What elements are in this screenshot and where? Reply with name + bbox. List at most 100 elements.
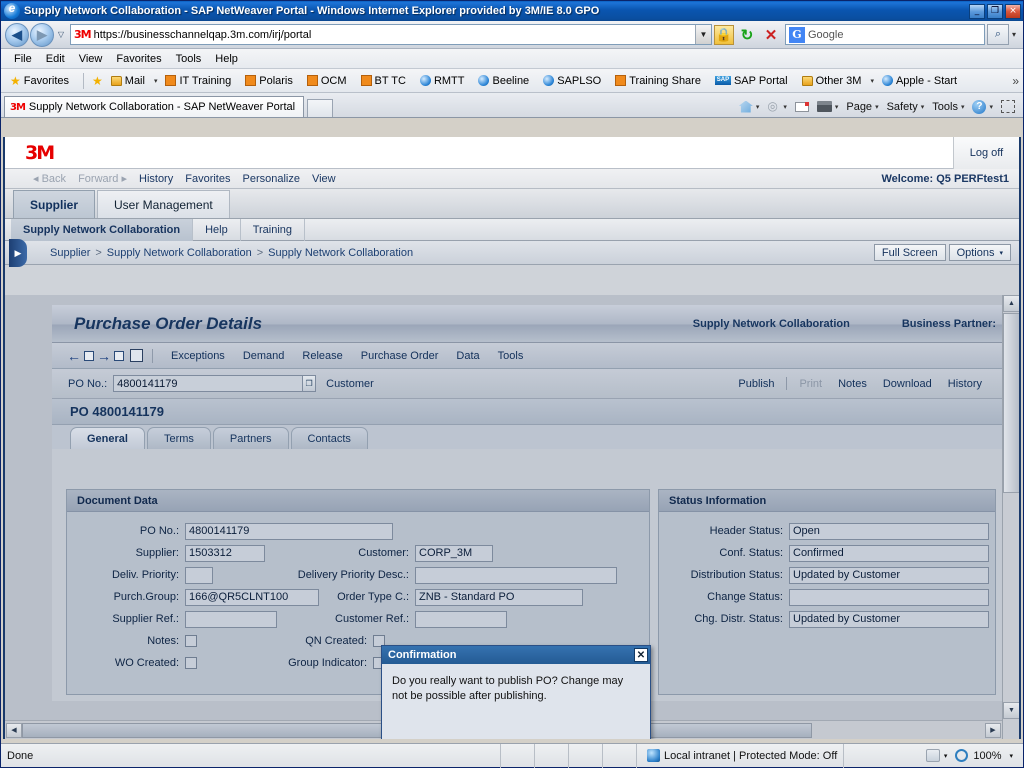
conf-status-field[interactable]: Confirmed — [789, 544, 989, 562]
supplier-ref-field[interactable] — [185, 610, 277, 628]
zoom-icon[interactable] — [955, 749, 969, 762]
scroll-right-button[interactable]: ▶ — [985, 722, 1001, 738]
tab-contacts[interactable]: Contacts — [290, 427, 368, 449]
favorite-bt-tc[interactable]: BT TC — [357, 71, 416, 91]
portal-nav-personalize[interactable]: Personalize — [236, 173, 305, 185]
portal-nav-back[interactable]: ◂ Back — [27, 172, 72, 185]
favorite-other-3m[interactable]: Other 3M ▾ — [798, 71, 878, 91]
scroll-down-button[interactable]: ▼ — [1003, 702, 1019, 719]
favorite-beeline[interactable]: Beeline — [474, 71, 539, 91]
portal-nav-history[interactable]: History — [133, 173, 179, 185]
security-zone[interactable]: Local intranet | Protected Mode: Off — [637, 743, 845, 768]
url-dropdown-caret-icon[interactable]: ▼ — [695, 25, 711, 44]
search-provider-caret-icon[interactable]: ▾ — [1009, 30, 1019, 39]
chg-distr-status-field[interactable]: Updated by Customer — [789, 610, 989, 628]
log-off-button[interactable]: Log off — [953, 137, 1019, 169]
options-button[interactable]: Options ▾ — [948, 244, 1011, 261]
menu-edit[interactable]: Edit — [39, 51, 72, 67]
feeds-button[interactable]: ◎ ▾ — [763, 96, 791, 117]
menu-file[interactable]: File — [7, 51, 39, 67]
page-menu[interactable]: Page ▾ — [842, 96, 882, 117]
search-go-button[interactable]: ⌕ — [987, 24, 1009, 45]
menu-tools[interactable]: Tools — [169, 51, 209, 67]
forward-history-icon[interactable] — [114, 350, 124, 361]
menu-favorites[interactable]: Favorites — [109, 51, 168, 67]
favorite-training-share[interactable]: Training Share — [611, 71, 711, 91]
notes-checkbox[interactable] — [185, 635, 197, 647]
portal-nav-favorites[interactable]: Favorites — [179, 173, 236, 185]
download-button[interactable]: Download — [875, 378, 940, 390]
favorite-apple-start[interactable]: Apple - Start — [878, 71, 967, 91]
menu-view[interactable]: View — [72, 51, 110, 67]
tab-supply-network-collaboration[interactable]: Supply Network Collaboration — [11, 218, 194, 241]
minimize-button[interactable]: _ — [969, 3, 985, 19]
menu-demand[interactable]: Demand — [234, 350, 294, 362]
scroll-left-button[interactable]: ◀ — [6, 722, 22, 738]
stop-icon[interactable]: ✕ — [760, 24, 782, 46]
favorite-mail[interactable]: Mail ▾ — [107, 71, 162, 91]
menu-tools[interactable]: Tools — [489, 350, 533, 362]
recent-pages-caret-icon[interactable]: ▽ — [55, 30, 67, 39]
favorite-it-training[interactable]: IT Training — [161, 71, 241, 91]
favorite-saplso[interactable]: SAPLSO — [539, 71, 611, 91]
browser-tab-snc[interactable]: 3M Supply Network Collaboration - SAP Ne… — [4, 96, 305, 117]
forward-arrow-icon[interactable]: → — [96, 348, 112, 364]
new-tab-button[interactable] — [307, 99, 334, 117]
forward-button[interactable]: ▶ — [30, 22, 54, 47]
customer-ref-field[interactable] — [415, 610, 507, 628]
favorite-ocm[interactable]: OCM — [303, 71, 357, 91]
compatibility-view-button[interactable] — [997, 96, 1019, 117]
vertical-scroll-thumb[interactable] — [1003, 313, 1019, 493]
favorites-button[interactable]: ★ Favorites — [6, 71, 79, 91]
supplier-field[interactable]: 1503312 — [185, 544, 265, 562]
po-no-input[interactable]: 4800141179 — [113, 375, 304, 392]
favorite-polaris[interactable]: Polaris — [241, 71, 303, 91]
scroll-up-button[interactable]: ▲ — [1003, 295, 1019, 312]
chevron-down-icon[interactable]: ▾ — [1001, 752, 1023, 760]
tab-partners[interactable]: Partners — [212, 427, 289, 449]
back-history-icon[interactable] — [84, 350, 94, 361]
maximize-button[interactable]: ❐ — [987, 3, 1003, 19]
refresh-icon[interactable]: ↻ — [736, 24, 758, 46]
portal-nav-view[interactable]: View — [306, 173, 342, 185]
history-button[interactable]: History — [940, 378, 990, 390]
distribution-status-field[interactable]: Updated by Customer — [789, 566, 989, 584]
po-no-field[interactable]: 4800141179 — [185, 522, 393, 540]
order-type-field[interactable]: ZNB - Standard PO — [415, 588, 583, 606]
zoom-level[interactable]: 100% — [968, 750, 1001, 762]
read-mail-button[interactable] — [791, 96, 813, 117]
favorite-sap-portal[interactable]: SAP SAP Portal — [711, 71, 798, 91]
customer-field[interactable]: CORP_3M — [415, 544, 493, 562]
home-button[interactable]: ▾ — [735, 96, 764, 117]
favorite-rmtt[interactable]: RMTT — [416, 71, 475, 91]
tab-help[interactable]: Help — [193, 218, 241, 241]
value-help-icon[interactable]: ❐ — [303, 375, 317, 392]
wo-created-checkbox[interactable] — [185, 657, 197, 669]
purch-group-field[interactable]: 166@QR5CLNT100 — [185, 588, 319, 606]
breadcrumb-item-snc-2[interactable]: Supply Network Collaboration — [265, 247, 416, 259]
deliv-priority-field[interactable] — [185, 566, 213, 584]
change-status-field[interactable] — [789, 588, 989, 606]
portal-nav-forward[interactable]: Forward ▸ — [72, 172, 133, 185]
safety-menu[interactable]: Safety ▾ — [883, 96, 929, 117]
add-to-favorites-bar-button[interactable]: ★ — [88, 71, 107, 91]
notes-button[interactable]: Notes — [830, 378, 875, 390]
url-input[interactable]: 3M https://businesschannelqap.3m.com/irj… — [70, 24, 712, 45]
privacy-report-icon[interactable] — [925, 749, 940, 762]
menu-release[interactable]: Release — [293, 350, 351, 362]
tab-supplier[interactable]: Supplier — [13, 190, 96, 218]
breadcrumb-item-supplier[interactable]: Supplier — [47, 247, 93, 259]
print-button[interactable]: ▾ — [813, 96, 843, 117]
header-status-field[interactable]: Open — [789, 522, 989, 540]
close-button[interactable]: × — [1005, 3, 1021, 19]
delivery-priority-desc-field[interactable] — [415, 566, 617, 584]
search-input[interactable]: G Google — [785, 24, 985, 45]
chevron-down-icon[interactable]: ▾ — [940, 752, 956, 760]
favorites-overflow-icon[interactable]: » — [1012, 74, 1019, 88]
tab-general[interactable]: General — [70, 427, 145, 449]
expand-navigation-panel-icon[interactable]: ▶ — [9, 239, 27, 267]
full-screen-button[interactable]: Full Screen — [873, 244, 946, 261]
publish-button[interactable]: Publish — [730, 378, 782, 390]
breadcrumb-item-snc[interactable]: Supply Network Collaboration — [104, 247, 255, 259]
vertical-scrollbar[interactable]: ▲ ▼ — [1002, 295, 1019, 739]
